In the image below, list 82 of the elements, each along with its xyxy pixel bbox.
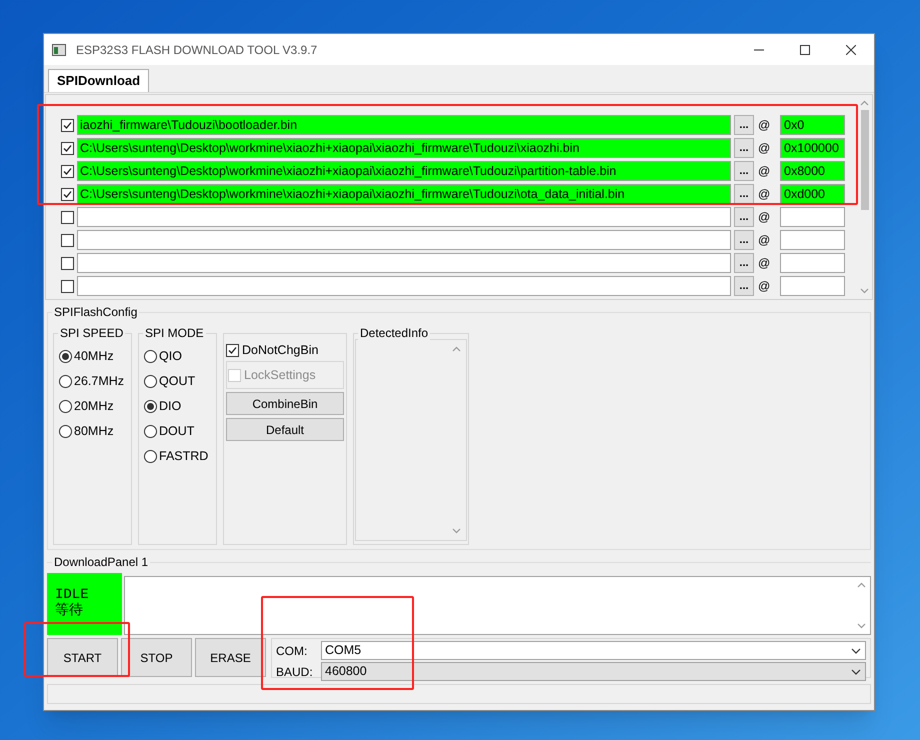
- at-sign: @: [758, 186, 772, 203]
- scroll-down-icon[interactable]: [857, 623, 866, 629]
- browse-button[interactable]: ...: [734, 138, 754, 158]
- browse-button[interactable]: ...: [734, 276, 754, 296]
- at-sign: @: [758, 278, 772, 295]
- app-icon: [52, 44, 66, 56]
- radio-button[interactable]: [59, 424, 72, 438]
- section-title: SPIFlashConfig: [52, 304, 140, 320]
- file-path-field[interactable]: [77, 253, 731, 273]
- radio-label: 80MHz: [74, 424, 114, 438]
- radio-label: 26.7MHz: [74, 374, 124, 388]
- status-text: IDLE: [55, 587, 90, 603]
- radio-label: FASTRD: [159, 449, 208, 463]
- radio-button[interactable]: [59, 350, 72, 362]
- file-path-field[interactable]: [77, 230, 731, 250]
- checkbox[interactable]: [61, 280, 74, 292]
- browse-button[interactable]: ...: [734, 230, 754, 250]
- address-field[interactable]: 0x8000: [780, 161, 845, 181]
- address-field[interactable]: [780, 230, 845, 250]
- file-path-field[interactable]: C:\Users\sunteng\Desktop\workmine\xiaozhi+xiaopai\xiaozhi_firmware\Tudouzi\ota_data_initial.bin: [77, 184, 731, 204]
- file-path-field[interactable]: iaozhi_firmware\Tudouzi\bootloader.bin: [77, 115, 731, 135]
- radio-button[interactable]: [59, 400, 72, 412]
- address-field[interactable]: 0x0: [780, 115, 845, 135]
- at-sign: @: [758, 232, 772, 249]
- browse-button[interactable]: ...: [734, 184, 754, 204]
- address-field[interactable]: [780, 207, 845, 227]
- radio-button[interactable]: [144, 350, 157, 362]
- radio-label: DOUT: [159, 424, 194, 438]
- checkbox[interactable]: [61, 118, 74, 132]
- radio-button[interactable]: [144, 450, 157, 462]
- checkbox[interactable]: [61, 210, 74, 224]
- at-sign: @: [758, 163, 772, 180]
- dropdown[interactable]: 460800: [321, 662, 866, 681]
- file-path-field[interactable]: [77, 207, 731, 227]
- checkbox[interactable]: [226, 344, 239, 356]
- checkbox[interactable]: [61, 188, 74, 200]
- push-button[interactable]: STOP: [121, 638, 192, 677]
- radio-button[interactable]: [144, 400, 157, 412]
- window-title: ESP32S3 FLASH DOWNLOAD TOOL V3.9.7: [76, 42, 318, 58]
- at-sign: @: [758, 117, 772, 134]
- browse-button[interactable]: ...: [734, 161, 754, 181]
- scroll-thumb[interactable]: [860, 110, 868, 210]
- chevron-down-icon: [851, 668, 861, 674]
- checkbox-label: LockSettings: [244, 366, 316, 384]
- radio-button[interactable]: [59, 374, 72, 388]
- radio-label: 20MHz: [74, 399, 114, 413]
- at-sign: @: [758, 255, 772, 272]
- field-label: COM:: [276, 642, 308, 660]
- checkbox[interactable]: [61, 234, 74, 246]
- push-button[interactable]: ERASE: [195, 638, 266, 677]
- scroll-up-icon[interactable]: [857, 582, 866, 588]
- browse-button[interactable]: ...: [734, 253, 754, 273]
- radio-button[interactable]: [144, 374, 157, 388]
- status-text: 等待: [55, 603, 84, 619]
- checkbox-label: DoNotChgBin: [242, 342, 318, 359]
- push-button[interactable]: Default: [226, 418, 344, 441]
- checkbox[interactable]: [61, 164, 74, 178]
- address-field[interactable]: [780, 276, 845, 296]
- dropdown[interactable]: COM5: [321, 641, 866, 660]
- checkbox[interactable]: [61, 256, 74, 270]
- chevron-down-icon: [851, 648, 861, 654]
- at-sign: @: [758, 140, 772, 157]
- address-field[interactable]: 0x100000: [780, 138, 845, 158]
- radio-label: QOUT: [159, 374, 196, 388]
- browse-button[interactable]: ...: [734, 115, 754, 135]
- browse-button[interactable]: ...: [734, 207, 754, 227]
- radio-label: 40MHz: [74, 349, 114, 363]
- radio-button[interactable]: [144, 424, 157, 438]
- group-title: DetectedInfo: [358, 325, 430, 341]
- push-button[interactable]: CombineBin: [226, 392, 344, 415]
- push-button[interactable]: START: [47, 638, 118, 677]
- checkbox[interactable]: [61, 142, 74, 154]
- tab[interactable]: SPIDownload: [48, 69, 150, 92]
- radio-label: DIO: [159, 399, 182, 413]
- file-path-field[interactable]: [77, 276, 731, 296]
- file-path-field[interactable]: C:\Users\sunteng\Desktop\workmine\xiaozhi+xiaopai\xiaozhi_firmware\Tudouzi\xiaozhi.bin: [77, 138, 731, 158]
- address-field[interactable]: 0xd000: [780, 184, 845, 204]
- radio-label: QIO: [159, 349, 182, 363]
- field-label: BAUD:: [276, 664, 314, 680]
- file-path-field[interactable]: C:\Users\sunteng\Desktop\workmine\xiaozhi+xiaopai\xiaozhi_firmware\Tudouzi\partition-table.bin: [77, 161, 731, 181]
- address-field[interactable]: [780, 253, 845, 273]
- at-sign: @: [758, 209, 772, 226]
